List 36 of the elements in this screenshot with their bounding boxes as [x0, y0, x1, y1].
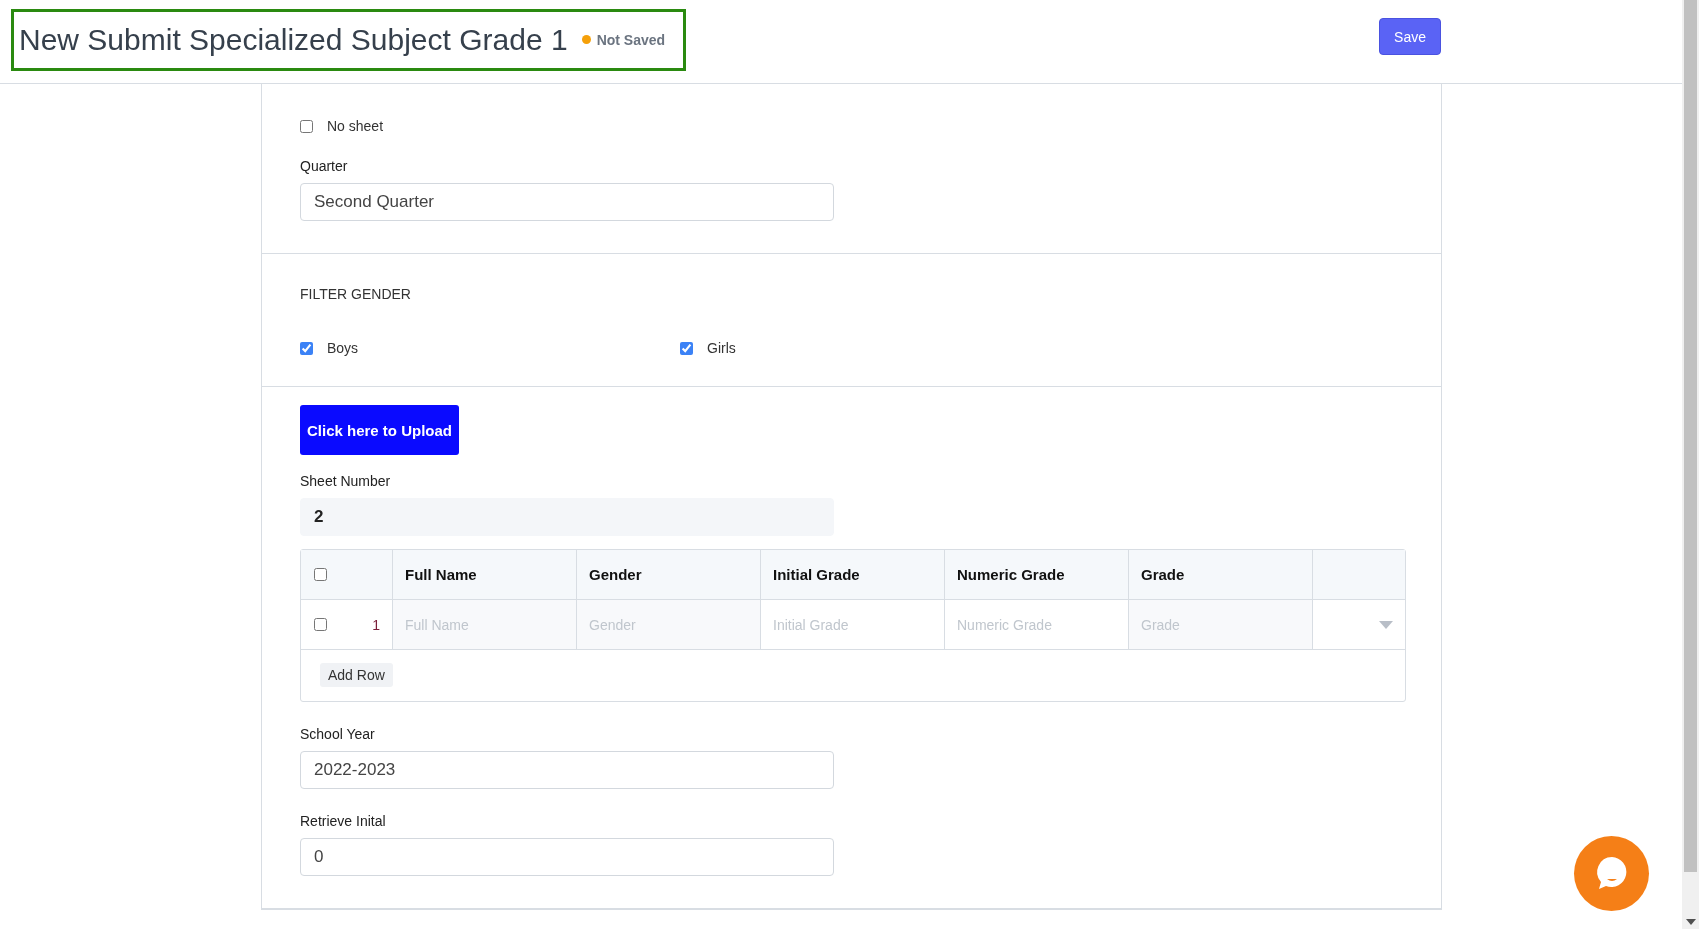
field-label: Quarter	[300, 158, 349, 174]
table-cell-input[interactable]: Initial Grade	[761, 600, 944, 649]
table-cell-input[interactable]: Numeric Grade	[945, 600, 1128, 649]
caret-icon[interactable]	[1379, 620, 1393, 629]
gender-checkbox[interactable]	[680, 341, 693, 355]
table-cell-input[interactable]: Gender	[577, 600, 760, 649]
column-header: Numeric Grade	[945, 550, 1129, 599]
select-all-checkbox[interactable]	[314, 568, 327, 581]
retrieve-initial-field[interactable]: 0	[300, 838, 834, 876]
sheet-number-field[interactable]: 2	[300, 498, 834, 536]
page-title: New Submit Specialized Subject Grade 1	[19, 22, 568, 57]
upload-button[interactable]: Click here to Upload	[300, 405, 460, 455]
scroll-down-arrow-icon[interactable]	[1686, 919, 1696, 925]
column-header: Grade	[1129, 550, 1313, 599]
column-header: Gender	[577, 550, 761, 599]
table-cell-input[interactable]: Full Name	[393, 600, 576, 649]
field-label: Retrieve Inital	[300, 813, 387, 829]
row-checkbox[interactable]	[314, 618, 327, 631]
checkbox-label: Girls	[707, 340, 736, 356]
field-label: Sheet Number	[300, 473, 392, 489]
table-cell-input[interactable]: Grade	[1129, 600, 1312, 649]
checkbox-label: No sheet	[327, 118, 384, 134]
school-year-field[interactable]: 2022-2023	[300, 751, 834, 789]
gender-checkbox[interactable]	[300, 341, 313, 355]
checkbox-label: Boys	[327, 340, 359, 356]
section-title: FILTER GENDER	[300, 286, 412, 302]
quarter-field[interactable]: Second Quarter	[300, 183, 834, 221]
status-indicator: Not Saved	[581, 31, 666, 48]
add-row-button[interactable]: Add Row	[320, 663, 393, 687]
no-sheet-checkbox[interactable]	[300, 119, 313, 133]
field-label: School Year	[300, 726, 376, 742]
row-number: 1	[372, 616, 380, 633]
save-button[interactable]: Save	[1379, 18, 1441, 55]
scrollbar[interactable]	[1682, 0, 1699, 929]
column-header: Initial Grade	[761, 550, 945, 599]
column-header: Full Name	[393, 550, 577, 599]
